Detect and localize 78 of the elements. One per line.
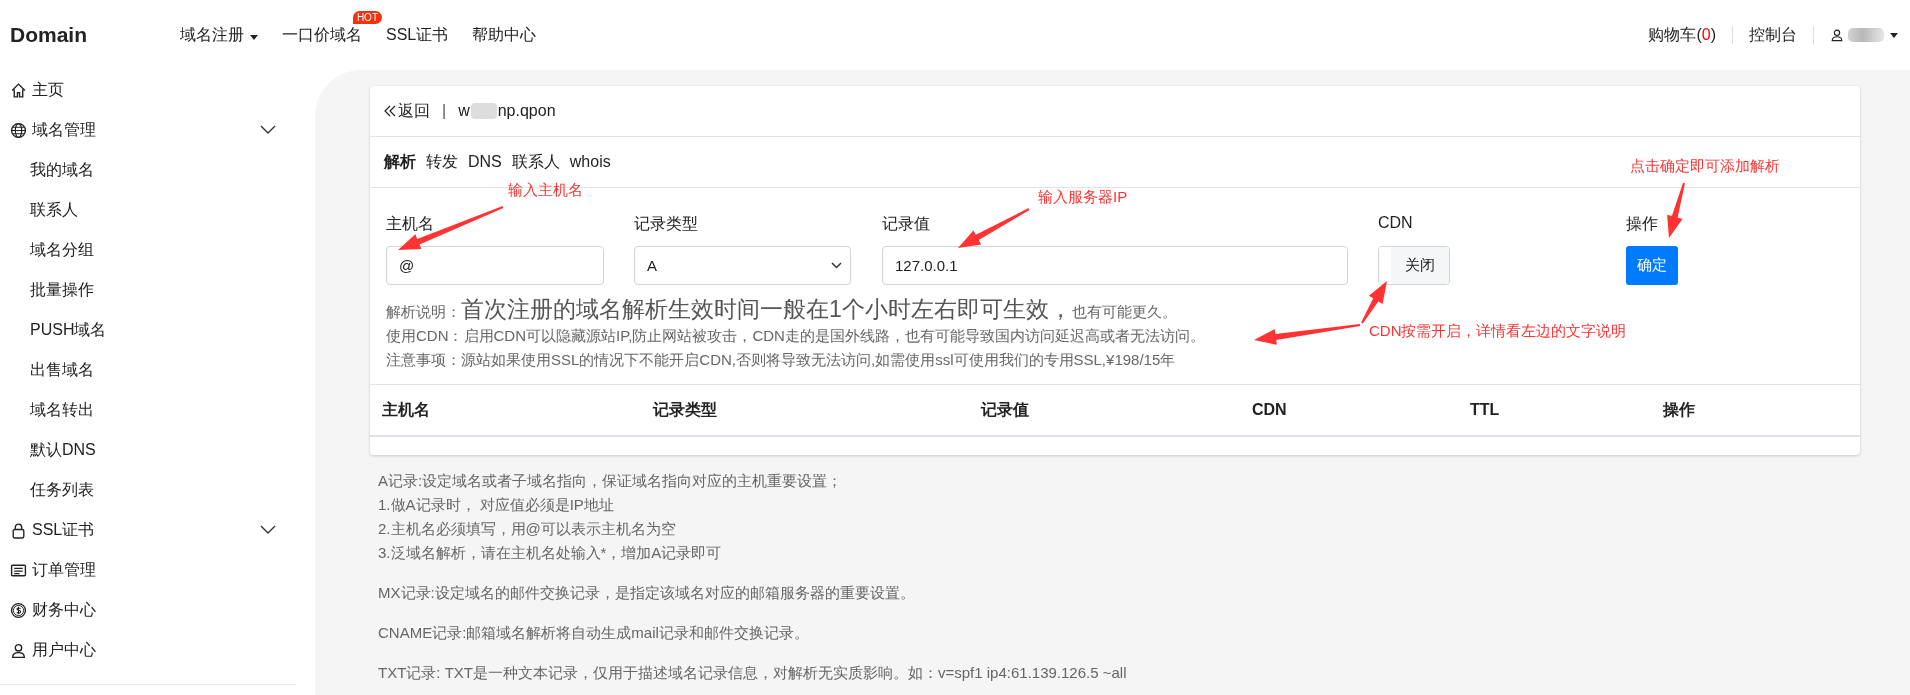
domain-text: w — [458, 102, 470, 120]
column-header: 操作 — [1663, 399, 1696, 420]
back-link[interactable]: 返回 — [384, 100, 430, 122]
sidebar-item[interactable]: 订单管理 — [0, 550, 296, 590]
sidebar-subitem[interactable]: PUSH域名 — [0, 310, 296, 350]
field-label: CDN — [1378, 214, 1413, 233]
column-header: 记录值 — [981, 399, 1030, 420]
nav-link[interactable]: 帮助中心 — [472, 24, 537, 46]
globe-icon — [10, 121, 27, 139]
redacted-mark — [470, 103, 497, 119]
note-text: 注意事项：源站如果使用SSL的情况下不能开启CDN,否则将导致无法访问,如需使用ssl可使用我们的专用SSL,¥198/15年 — [386, 350, 1176, 370]
sidebar-item[interactable]: SSL证书 — [0, 510, 296, 550]
list-icon — [10, 561, 27, 579]
logo[interactable]: Domain — [10, 23, 180, 47]
sidebar-item[interactable]: 域名管理 — [0, 110, 296, 150]
sidebar-item[interactable]: 财务中心 — [0, 590, 296, 630]
nav-link[interactable]: 一口价域名 — [282, 24, 362, 46]
home-icon — [10, 81, 27, 99]
redacted-mark — [1848, 28, 1884, 42]
help-text: MX记录:设定域名的邮件交换记录，是指定该域名对应的邮箱服务器的重要设置。 — [378, 583, 916, 603]
tab[interactable]: 联系人 — [511, 151, 560, 173]
tab[interactable]: whois — [569, 153, 611, 171]
sidebar-subitem[interactable]: 任务列表 — [0, 470, 296, 510]
user-icon[interactable] — [1830, 28, 1844, 42]
chevron-icon — [260, 525, 276, 535]
column-header: 记录类型 — [653, 399, 718, 420]
input-field[interactable]: @ — [386, 246, 604, 285]
column-header: 主机名 — [382, 399, 431, 420]
sidebar-subitem[interactable]: 默认DNS — [0, 430, 296, 470]
double-chevron-icon — [384, 105, 396, 117]
tab[interactable]: 解析 — [384, 151, 416, 173]
sidebar-subitem[interactable]: 我的域名 — [0, 150, 296, 190]
input-field[interactable]: 127.0.0.1 — [882, 246, 1348, 285]
sidebar-subitem[interactable]: 出售域名 — [0, 350, 296, 390]
column-header: CDN — [1252, 401, 1288, 419]
field-label: 记录类型 — [634, 214, 698, 234]
annotation-arrow — [1667, 182, 1685, 238]
field-label: 记录值 — [882, 214, 930, 234]
note-text: 解析说明：首次注册的域名解析生效时间一般在1个小时左右即可生效，也有可能更久。 — [386, 297, 1177, 324]
help-text: CNAME记录:邮箱域名解析将自动生成mail记录和邮件交换记录。 — [378, 623, 810, 643]
annotation-text: 点击确定即可添加解析 — [1630, 157, 1780, 176]
tab[interactable]: 转发 — [426, 151, 458, 173]
user-icon — [10, 641, 27, 659]
field-label: 主机名 — [386, 214, 434, 234]
confirm-button[interactable]: 确定 — [1626, 246, 1678, 285]
annotation-text: 输入主机名 — [508, 181, 583, 200]
sidebar-subitem[interactable]: 联系人 — [0, 190, 296, 230]
cdn-toggle[interactable]: 关闭 — [1378, 246, 1450, 285]
select-field[interactable]: A — [634, 246, 851, 285]
annotation-text: 输入服务器IP — [1038, 188, 1128, 207]
tab[interactable]: DNS — [468, 153, 502, 171]
sidebar-item[interactable]: 用户中心 — [0, 630, 296, 670]
hot-badge: HOT — [352, 10, 382, 24]
annotation-text: CDN按需开启，详情看左边的文字说明 — [1369, 322, 1627, 341]
annotation-arrow — [958, 208, 1030, 248]
sidebar-subitem[interactable]: 批量操作 — [0, 270, 296, 310]
chevron-icon — [831, 262, 842, 269]
help-text: A记录:设定域名或者子域名指向，保证域名指向对应的主机重要设置； — [378, 471, 844, 491]
column-header: TTL — [1470, 401, 1501, 419]
domain-text: np.qpon — [497, 102, 556, 120]
nav-link[interactable]: 域名注册 — [180, 24, 258, 46]
help-text: 1.做A记录时， 对应值必须是IP地址 — [378, 495, 615, 515]
nav-link[interactable]: SSL证书 — [386, 24, 449, 46]
sidebar-item[interactable]: 主页 — [0, 70, 296, 110]
lock-icon — [10, 521, 27, 539]
help-text: TXT记录: TXT是一种文本记录，仅用于描述域名记录信息，对解析无实质影响。如：v=spf1 ip4:61.139.126.5 ~all — [378, 663, 1128, 683]
cart-link[interactable]: 购物车(0) — [1648, 24, 1716, 46]
caret-icon[interactable] — [1890, 32, 1898, 38]
caret-icon — [250, 34, 258, 40]
separator: | — [442, 102, 447, 120]
console-link[interactable]: 控制台 — [1749, 24, 1797, 46]
note-text: 使用CDN：启用CDN可以隐藏源站IP,防止网站被攻击，CDN走的是国外线路，也有可能导致国内访问延迟高或者无法访问。 — [386, 326, 1205, 346]
field-label: 操作 — [1626, 214, 1658, 234]
help-text: 2.主机名必须填写，用@可以表示主机名为空 — [378, 519, 677, 539]
sidebar-subitem[interactable]: 域名分组 — [0, 230, 296, 270]
coin-icon — [10, 601, 27, 619]
help-text: 3.泛域名解析，请在主机名处输入*，增加A记录即可 — [378, 543, 723, 563]
sidebar-subitem[interactable]: 域名转出 — [0, 390, 296, 430]
